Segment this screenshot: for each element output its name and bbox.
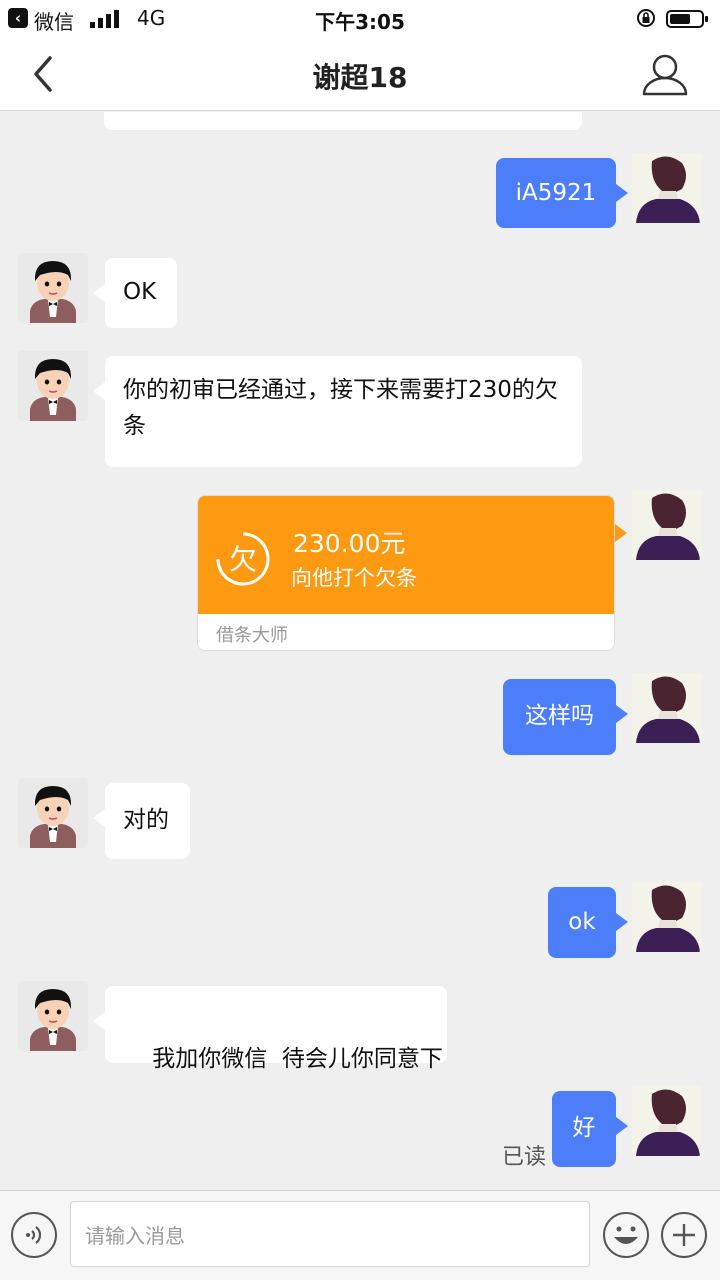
message-input-placeholder: 请输入消息 xyxy=(85,1224,185,1248)
contact-avatar-image xyxy=(18,778,88,848)
contact-avatar[interactable] xyxy=(18,981,88,1051)
message-bubble[interactable]: 好 xyxy=(552,1091,628,1167)
message-bubble[interactable]: OK xyxy=(93,258,177,328)
contact-avatar[interactable] xyxy=(18,253,88,323)
voice-icon[interactable] xyxy=(10,1211,58,1259)
message-bubble[interactable]: ok xyxy=(548,887,628,958)
status-time: 下午3:05 xyxy=(315,10,405,34)
message-input[interactable]: 请输入消息 xyxy=(70,1201,590,1267)
emoji-icon[interactable] xyxy=(602,1211,650,1259)
my-avatar-image xyxy=(632,673,702,743)
iou-card[interactable]: 欠 230.00元 向他打个欠条 借条大师 xyxy=(197,495,615,651)
message-text: 好 xyxy=(572,1115,596,1141)
plus-icon[interactable] xyxy=(660,1211,708,1259)
contact-avatar[interactable] xyxy=(18,778,88,848)
my-avatar-image xyxy=(632,1086,702,1156)
message-bubble[interactable]: iA5921 xyxy=(496,158,628,228)
iou-icon-char: 欠 xyxy=(229,543,257,576)
input-bar: 请输入消息 xyxy=(0,1190,720,1280)
read-status: 已读 xyxy=(502,1145,547,1170)
battery-icon xyxy=(666,10,708,28)
message-text: 这样吗 xyxy=(525,703,594,729)
iou-icon: 欠 xyxy=(216,532,270,586)
my-avatar-image xyxy=(632,153,702,223)
my-avatar-image xyxy=(632,882,702,952)
my-avatar-image xyxy=(632,490,702,560)
previous-message-bubble xyxy=(104,112,582,130)
iou-card-header: 欠 230.00元 向他打个欠条 xyxy=(198,496,614,614)
status-bar: ‹ 微信 4G 下午3:05 xyxy=(0,0,720,38)
iou-amount: 230.00元 xyxy=(293,529,406,558)
message-bubble[interactable]: 这样吗 xyxy=(503,679,628,755)
my-avatar[interactable] xyxy=(632,882,702,952)
message-text: 对的 xyxy=(123,807,169,833)
iou-card-pointer xyxy=(615,524,627,542)
chat-header: 谢超18 xyxy=(0,38,720,111)
my-avatar[interactable] xyxy=(632,1086,702,1156)
message-text: OK xyxy=(123,279,157,305)
orientation-lock-icon xyxy=(637,9,655,27)
message-text: iA5921 xyxy=(515,180,597,206)
page-title: 谢超18 xyxy=(312,61,408,94)
contact-avatar-image xyxy=(18,351,88,421)
message-list[interactable]: iA5921 OK 你的初审已经通过，接下来需要打230的欠条 欠 230.00… xyxy=(0,112,720,1190)
message-text: 你的初审已经通过，接下来需要打230的欠条 xyxy=(123,377,558,439)
message-bubble[interactable]: 你的初审已经通过，接下来需要打230的欠条 xyxy=(93,356,582,467)
contact-avatar-image xyxy=(18,981,88,1051)
message-bubble[interactable]: 对的 xyxy=(93,783,190,859)
my-avatar[interactable] xyxy=(632,490,702,560)
contact-avatar-image xyxy=(18,253,88,323)
user-profile-icon[interactable] xyxy=(640,50,690,100)
my-avatar[interactable] xyxy=(632,673,702,743)
my-avatar[interactable] xyxy=(632,153,702,223)
message-text: 我加你微信 待会儿你同意下 xyxy=(152,1046,443,1072)
iou-card-footer: 借条大师 xyxy=(216,625,288,646)
contact-avatar[interactable] xyxy=(18,351,88,421)
message-text: ok xyxy=(568,909,596,935)
message-bubble[interactable]: 我加你微信 待会儿你同意下 xyxy=(93,986,447,1072)
iou-subtitle: 向他打个欠条 xyxy=(291,566,417,590)
